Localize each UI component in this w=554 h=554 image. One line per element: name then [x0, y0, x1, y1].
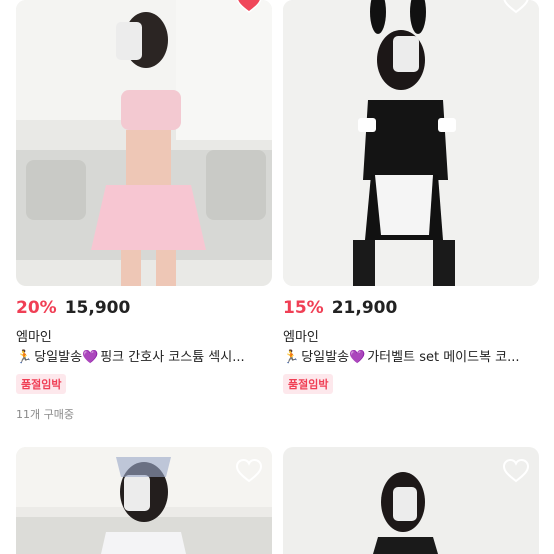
running-icon: 🏃: [16, 350, 33, 365]
product-image[interactable]: [283, 447, 539, 554]
status-badge: 품절임박: [16, 374, 67, 394]
price: 15,900: [64, 298, 131, 318]
seller-name: 엠마인: [16, 330, 52, 345]
product-image[interactable]: [283, 0, 539, 286]
product-title[interactable]: 🏃 당일발송💜 가터벨트 set 메이드복 코...: [283, 346, 539, 365]
heart-icon[interactable]: [502, 458, 530, 483]
running-icon: 🏃: [283, 350, 300, 365]
product-image[interactable]: [16, 0, 272, 286]
price-row: 15% 21,900: [283, 298, 397, 322]
heart-icon[interactable]: [236, 0, 262, 14]
discount-rate: 20%: [16, 298, 57, 318]
price: 21,900: [331, 298, 398, 318]
sales-count: 11개 구매중: [16, 408, 74, 421]
product-title[interactable]: 🏃 당일발송💜 핑크 간호사 코스튬 섹시...: [16, 346, 272, 365]
title-text: 가터벨트 set 메이드복 코...: [367, 350, 520, 365]
purple-heart-icon: 💜: [349, 350, 366, 365]
title-text: 핑크 간호사 코스튬 섹시...: [100, 350, 245, 365]
seller-name: 엠마인: [283, 330, 319, 345]
status-badge: 품절임박: [283, 374, 334, 394]
price-row: 20% 15,900: [16, 298, 130, 322]
product-image[interactable]: [16, 447, 272, 554]
discount-rate: 15%: [283, 298, 324, 318]
heart-icon[interactable]: [503, 0, 529, 14]
heart-icon[interactable]: [235, 458, 263, 483]
title-text: 당일발송: [34, 350, 83, 365]
title-text: 당일발송: [301, 350, 350, 365]
purple-heart-icon: 💜: [82, 350, 99, 365]
